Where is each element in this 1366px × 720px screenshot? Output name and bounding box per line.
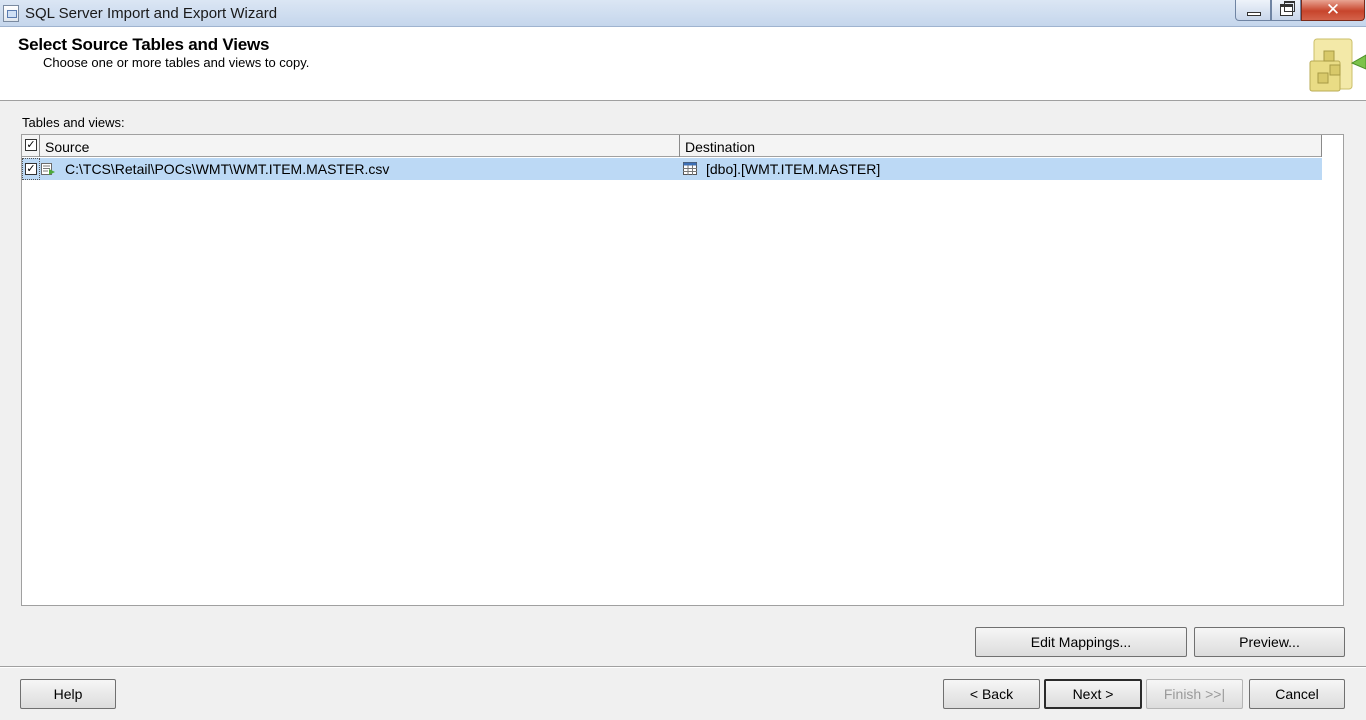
tables-and-views-label: Tables and views: — [22, 115, 125, 130]
column-header-destination[interactable]: Destination — [680, 135, 1322, 157]
minimize-button[interactable] — [1235, 0, 1271, 21]
row-checkbox[interactable]: ✓ — [25, 163, 37, 175]
row-check-cell[interactable]: ✓ — [22, 158, 40, 180]
minimize-icon — [1247, 12, 1261, 16]
wizard-header: Select Source Tables and Views Choose on… — [0, 27, 1366, 101]
help-button[interactable]: Help — [20, 679, 116, 709]
wizard-app-icon — [3, 5, 19, 22]
destination-table[interactable]: [dbo].[WMT.ITEM.MASTER] — [706, 161, 880, 177]
next-button[interactable]: Next > — [1044, 679, 1142, 709]
window-titlebar[interactable]: SQL Server Import and Export Wizard ✕ — [0, 0, 1366, 27]
wizard-banner-icon — [1309, 38, 1366, 92]
footer-separator — [0, 666, 1366, 668]
finish-button[interactable]: Finish >>| — [1146, 679, 1243, 709]
table-icon — [683, 162, 697, 175]
close-icon: ✕ — [1325, 0, 1341, 19]
flat-file-icon — [41, 163, 55, 175]
table-row[interactable]: ✓ C:\TCS\Retail\POCs\WMT\WMT.ITEM.MASTER… — [22, 158, 1322, 180]
back-button[interactable]: < Back — [943, 679, 1040, 709]
column-header-source-label: Source — [45, 139, 90, 155]
restore-icon — [1280, 1, 1295, 16]
edit-mappings-button[interactable]: Edit Mappings... — [975, 627, 1187, 657]
cancel-button[interactable]: Cancel — [1249, 679, 1345, 709]
column-header-source[interactable]: Source — [40, 135, 680, 157]
close-button[interactable]: ✕ — [1301, 0, 1365, 21]
grid-header: ✓ Source Destination — [22, 135, 1322, 157]
header-check-cell[interactable]: ✓ — [22, 135, 40, 157]
window-title: SQL Server Import and Export Wizard — [25, 5, 278, 22]
page-title: Select Source Tables and Views — [18, 35, 270, 54]
column-header-destination-label: Destination — [685, 139, 756, 155]
tables-grid[interactable]: ✓ Source Destination ✓ C:\TCS\Retail\POC… — [21, 134, 1344, 606]
source-path[interactable]: C:\TCS\Retail\POCs\WMT\WMT.ITEM.MASTER.c… — [65, 161, 389, 177]
restore-button[interactable] — [1271, 0, 1301, 21]
select-all-checkbox[interactable]: ✓ — [25, 139, 37, 151]
preview-button[interactable]: Preview... — [1194, 627, 1345, 657]
page-subtitle: Choose one or more tables and views to c… — [43, 55, 310, 70]
